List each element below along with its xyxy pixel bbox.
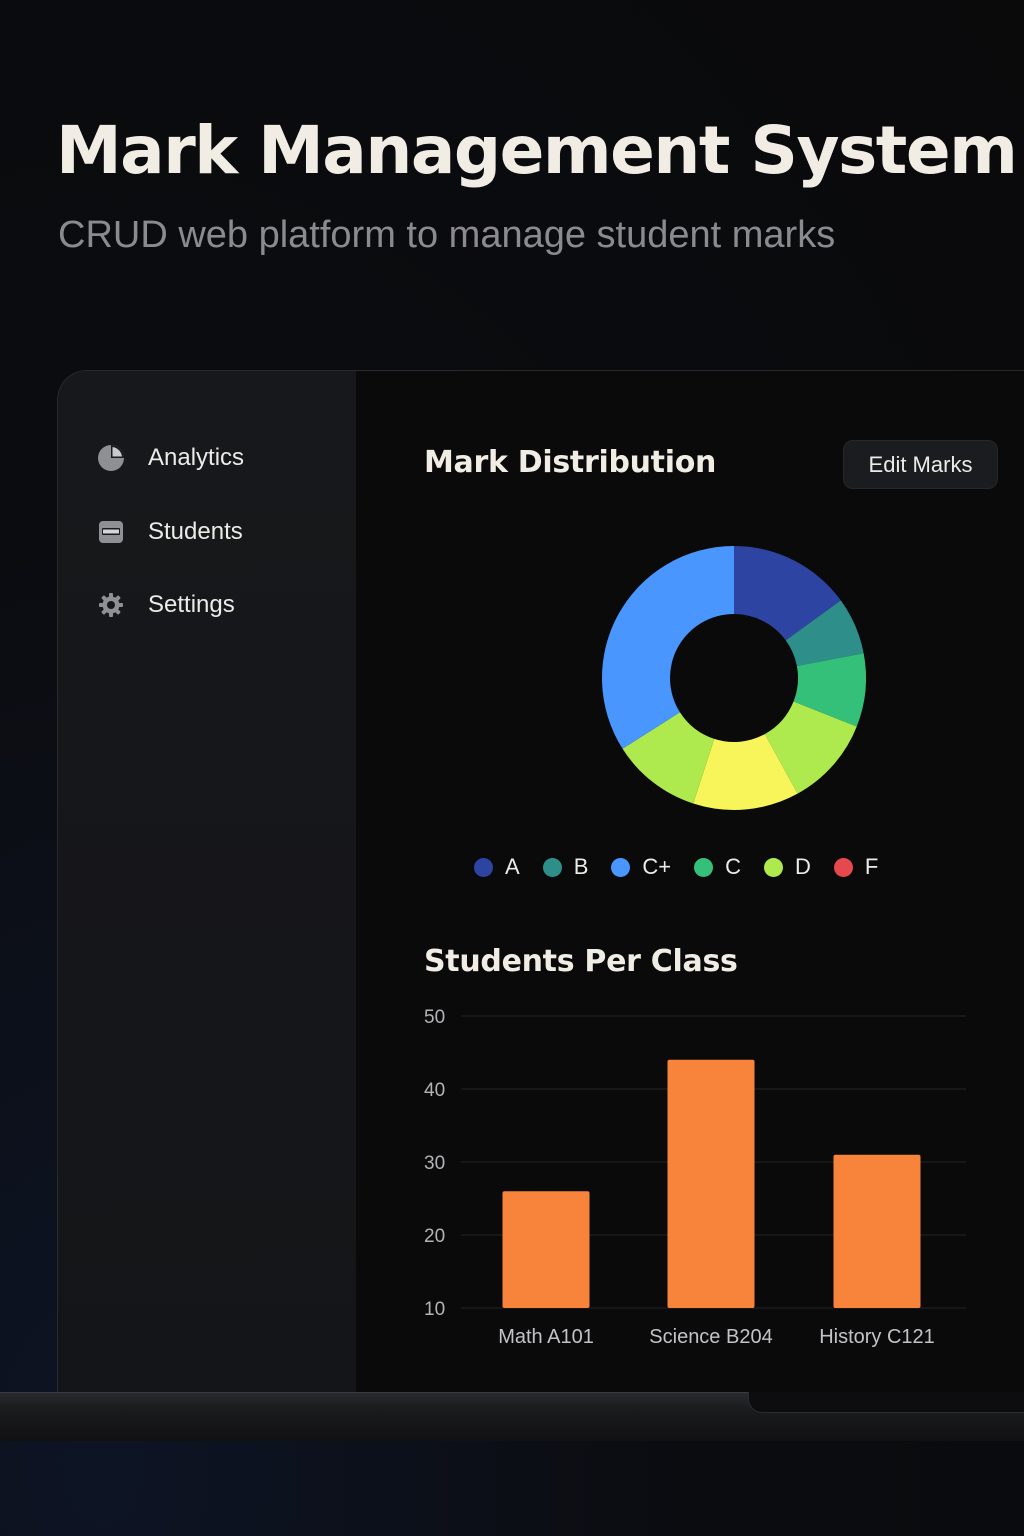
hero-title: Mark Management System — [56, 112, 1018, 189]
laptop-notch — [748, 1392, 1024, 1413]
x-tick-label: Science B204 — [649, 1326, 772, 1348]
sidebar-item-settings[interactable]: Settings — [96, 587, 235, 623]
y-tick-label: 20 — [424, 1226, 445, 1247]
y-tick-label: 10 — [424, 1299, 445, 1320]
sidebar-item-students[interactable]: Students — [96, 514, 243, 550]
bar — [667, 1059, 755, 1308]
main-content: Mark Distribution Edit Marks A B C+ C D F Stu… — [356, 371, 1024, 1401]
sidebar-item-label: Settings — [148, 591, 235, 618]
students-per-class-bar-chart: 50 40 30 20 10 Math A101 Science B204 History C… — [424, 1007, 966, 1348]
y-tick-label: 30 — [424, 1153, 445, 1174]
bar — [833, 1154, 921, 1308]
bar — [502, 1191, 590, 1308]
y-tick-label: 40 — [424, 1080, 445, 1101]
y-tick-label: 50 — [424, 1007, 445, 1028]
app-window: Analytics Students Settings Mark Distrib… — [57, 370, 1024, 1401]
x-tick-label: History C121 — [819, 1326, 935, 1348]
x-tick-label: Math A101 — [498, 1326, 594, 1348]
sidebar-item-analytics[interactable]: Analytics — [96, 440, 244, 476]
sidebar-item-label: Analytics — [148, 444, 245, 471]
id-card-icon — [96, 517, 126, 547]
sidebar: Analytics Students Settings — [58, 371, 357, 1401]
pie-chart-icon — [96, 443, 126, 473]
gear-icon — [96, 590, 126, 620]
sidebar-item-label: Students — [148, 518, 243, 545]
page: Mark Management System CRUD web platform… — [0, 0, 1024, 1536]
hero-subtitle: CRUD web platform to manage student mark… — [58, 214, 836, 256]
